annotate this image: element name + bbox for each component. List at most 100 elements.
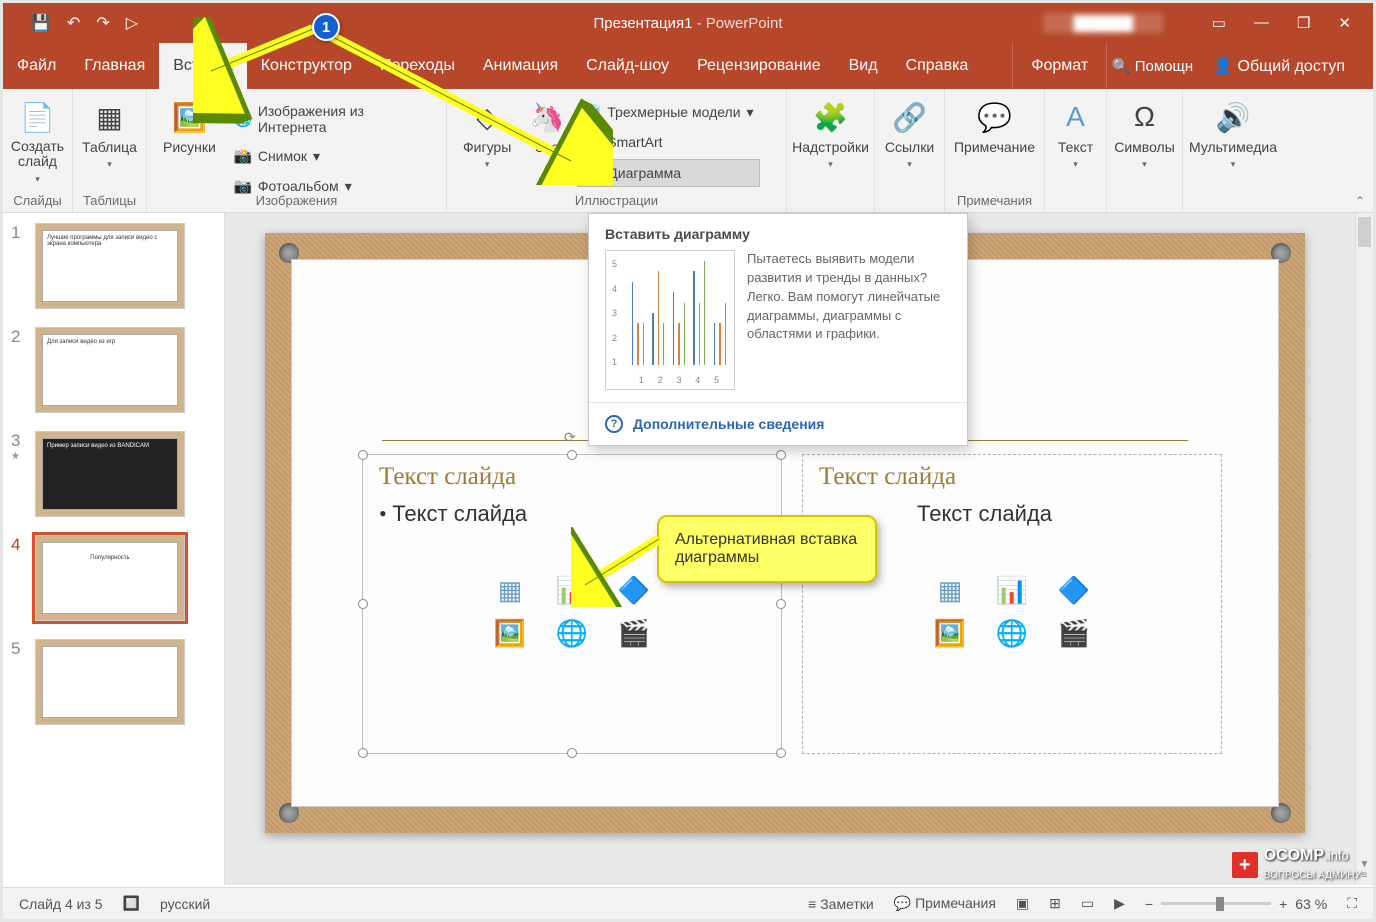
content-placeholder-right[interactable]: Текст слайда Текст слайда ▦ 📊 🔷 🖼️ 🌐 🎬 <box>802 454 1222 754</box>
selection-handle[interactable] <box>358 748 368 758</box>
thumb-row-4[interactable]: 4Популярность <box>11 535 216 621</box>
thumb-row-2[interactable]: 2Для записи видео из игр <box>11 327 216 413</box>
close-icon[interactable]: ✕ <box>1338 14 1351 32</box>
tab-transitions[interactable]: Переходы <box>366 43 469 89</box>
tab-review[interactable]: Рецензирование <box>683 43 835 89</box>
selection-handle[interactable] <box>567 450 577 460</box>
screenshot-button[interactable]: 📸Снимок ▾ <box>228 143 436 169</box>
tab-format[interactable]: Формат <box>1012 43 1107 89</box>
zoom-out-icon[interactable]: − <box>1145 896 1153 912</box>
table-label: Таблица <box>82 139 137 155</box>
insert-chart-icon[interactable]: 📊 <box>991 575 1033 606</box>
collapse-ribbon-icon[interactable]: ⌃ <box>1355 194 1365 208</box>
ribbon-display-icon[interactable]: ▭ <box>1212 14 1226 32</box>
tooltip-more-link[interactable]: ? Дополнительные сведения <box>589 402 967 445</box>
restore-icon[interactable]: ❐ <box>1297 14 1310 32</box>
insert-picture-icon[interactable]: 🖼️ <box>929 618 971 649</box>
thumb-row-1[interactable]: 1Лучшие программы для записи видео с экр… <box>11 223 216 309</box>
smartart-button[interactable]: 🔲SmartArt <box>577 129 759 155</box>
document-name: Презентация1 <box>593 15 692 32</box>
slide-thumbnails-panel[interactable]: 1Лучшие программы для записи видео с экр… <box>3 213 225 885</box>
comment-button[interactable]: 💬Примечание <box>948 95 1041 159</box>
zoom-in-icon[interactable]: + <box>1279 896 1287 912</box>
placeholder-title-left[interactable]: Текст слайда <box>379 463 765 491</box>
online-pictures-button[interactable]: 🌐Изображения из Интернета <box>228 99 436 139</box>
text-button[interactable]: AТекст <box>1052 95 1100 174</box>
links-label: Ссылки <box>885 139 934 155</box>
3d-models-button[interactable]: 🧊Трехмерные модели ▾ <box>577 99 759 125</box>
icons-button[interactable]: 🦄 Зна <box>523 95 571 159</box>
share-button[interactable]: 👤 Общий доступ <box>1213 56 1345 76</box>
table-button[interactable]: ▦ Таблица <box>76 95 143 174</box>
insert-chart-icon[interactable]: 📊 <box>551 575 593 606</box>
shapes-button[interactable]: ◇ Фигуры <box>457 95 517 174</box>
rotate-handle-icon[interactable]: ⟳ <box>564 429 576 446</box>
fit-to-window-icon[interactable]: ⛶ <box>1347 895 1357 912</box>
start-slideshow-icon[interactable]: ▷ <box>126 13 138 33</box>
chart-button[interactable]: 📊Диаграмма <box>577 159 759 187</box>
icons-label: Зна <box>535 139 559 155</box>
vertical-scrollbar[interactable]: ▼≡ <box>1355 213 1373 885</box>
watermark: + OCOMP.info ВОПРОСЫ АДМИНУ <box>1232 847 1361 883</box>
selection-handle[interactable] <box>567 748 577 758</box>
tell-me-search[interactable]: 🔍 Помощн <box>1112 57 1193 75</box>
insert-video-icon[interactable]: 🎬 <box>613 618 655 649</box>
tab-insert[interactable]: Вставка <box>159 43 246 89</box>
tab-design[interactable]: Конструктор <box>247 43 366 89</box>
placeholder-insert-icons: ▦ 📊 🔷 🖼️ 🌐 🎬 <box>489 575 655 649</box>
normal-view-icon[interactable]: ▣ <box>1016 895 1029 912</box>
save-icon[interactable]: 💾 <box>31 13 51 33</box>
redo-icon[interactable]: ↷ <box>96 13 109 33</box>
zoom-slider[interactable]: − + 63 % <box>1145 896 1327 912</box>
pictures-icon: 🖼️ <box>171 99 207 135</box>
selection-handle[interactable] <box>358 599 368 609</box>
symbols-label: Символы <box>1114 139 1175 155</box>
thumb-row-3[interactable]: 3★Пример записи видео из BANDICAM <box>11 431 216 517</box>
smartart-label: SmartArt <box>607 134 662 150</box>
insert-smartart-icon[interactable]: 🔷 <box>613 575 655 606</box>
insert-table-icon[interactable]: ▦ <box>929 575 971 606</box>
selection-handle[interactable] <box>776 748 786 758</box>
minimize-icon[interactable]: — <box>1254 14 1269 32</box>
account-area[interactable]: ██████ <box>1043 15 1163 31</box>
tab-slideshow[interactable]: Слайд-шоу <box>572 43 683 89</box>
comments-button[interactable]: 💬 Примечания <box>894 895 996 912</box>
insert-video-icon[interactable]: 🎬 <box>1053 618 1095 649</box>
reading-view-icon[interactable]: ▭ <box>1081 895 1094 912</box>
group-comments-label: Примечания <box>945 193 1044 208</box>
insert-online-picture-icon[interactable]: 🌐 <box>991 618 1033 649</box>
links-button[interactable]: 🔗Ссылки <box>879 95 940 174</box>
new-slide-button[interactable]: 📄 Создать слайд <box>5 95 70 189</box>
tab-view[interactable]: Вид <box>835 43 892 89</box>
scroll-thumb[interactable] <box>1358 217 1371 247</box>
insert-smartart-icon[interactable]: 🔷 <box>1053 575 1095 606</box>
placeholder-insert-icons: ▦ 📊 🔷 🖼️ 🌐 🎬 <box>929 575 1095 649</box>
tab-animations[interactable]: Анимация <box>469 43 572 89</box>
watermark-brand: OCOMP <box>1264 847 1324 864</box>
insert-online-picture-icon[interactable]: 🌐 <box>551 618 593 649</box>
language-label[interactable]: русский <box>160 896 210 912</box>
pictures-button[interactable]: 🖼️ Рисунки <box>157 95 222 159</box>
selection-handle[interactable] <box>358 450 368 460</box>
zoom-value[interactable]: 63 % <box>1295 896 1327 912</box>
thumb-5-preview <box>42 646 178 718</box>
placeholder-title-right[interactable]: Текст слайда <box>819 463 1205 491</box>
media-button[interactable]: 🔊Мультимедиа <box>1183 95 1283 174</box>
selection-handle[interactable] <box>776 450 786 460</box>
slideshow-view-icon[interactable]: ▶ <box>1114 895 1125 912</box>
notes-button[interactable]: ≡ Заметки <box>808 896 874 912</box>
selection-handle[interactable] <box>776 599 786 609</box>
new-slide-icon: 📄 <box>20 99 56 135</box>
addins-button[interactable]: 🧩Надстройки <box>786 95 875 174</box>
undo-icon[interactable]: ↶ <box>67 13 80 33</box>
content-placeholder-left[interactable]: ⟳ Текст слайда • Текст слайда ▦ 📊 🔷 🖼️ 🌐… <box>362 454 782 754</box>
tab-file[interactable]: Файл <box>3 43 70 89</box>
tab-help[interactable]: Справка <box>892 43 983 89</box>
symbols-button[interactable]: ΩСимволы <box>1108 95 1181 174</box>
insert-table-icon[interactable]: ▦ <box>489 575 531 606</box>
insert-picture-icon[interactable]: 🖼️ <box>489 618 531 649</box>
sorter-view-icon[interactable]: ⊞ <box>1049 895 1061 912</box>
thumb-row-5[interactable]: 5 <box>11 639 216 725</box>
spellcheck-icon[interactable]: 🔲 <box>123 895 140 912</box>
tab-home[interactable]: Главная <box>70 43 159 89</box>
